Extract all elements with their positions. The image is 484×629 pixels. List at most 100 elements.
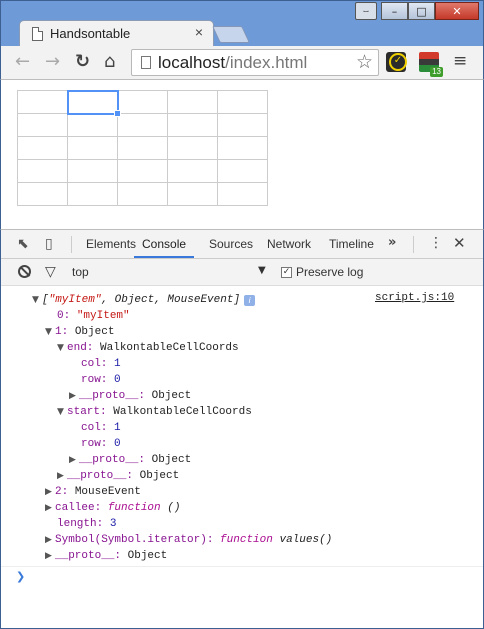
- preserve-log-label: Preserve log: [296, 265, 364, 279]
- tree-row[interactable]: ▼ start: WalkontableCellCoords: [57, 404, 252, 420]
- chrome-menu-icon[interactable]: ≡: [453, 51, 467, 71]
- context-selector[interactable]: top: [72, 265, 89, 279]
- reload-icon[interactable]: ↻: [75, 51, 90, 73]
- collapse-arrow-icon[interactable]: ▶: [45, 484, 55, 500]
- source-link[interactable]: script.js:10: [375, 292, 454, 304]
- expand-arrow-icon[interactable]: ▼: [32, 292, 42, 308]
- devtools-close-icon[interactable]: ✕: [453, 234, 466, 252]
- more-tabs-icon[interactable]: »: [388, 235, 396, 250]
- grid-cell[interactable]: [217, 113, 268, 137]
- grid-cell[interactable]: [17, 136, 68, 160]
- collapse-arrow-icon[interactable]: ▶: [45, 500, 55, 516]
- extension-check-icon[interactable]: [386, 52, 407, 72]
- array-close: ]: [233, 294, 241, 306]
- tab-timeline[interactable]: Timeline: [329, 230, 374, 258]
- grid-cell[interactable]: [117, 182, 168, 206]
- grid-cell[interactable]: [117, 113, 168, 137]
- expand-arrow-icon[interactable]: ▼: [45, 324, 55, 340]
- devtools-menu-icon[interactable]: ⋮: [429, 235, 443, 251]
- tree-row[interactable]: ▶ __proto__: Object: [69, 452, 191, 468]
- tree-row[interactable]: ▶ __proto__: Object: [45, 548, 167, 564]
- clear-console-icon[interactable]: [18, 265, 31, 278]
- grid-cell[interactable]: [217, 182, 268, 206]
- tree-row: col: 1: [81, 358, 121, 370]
- grid-cell[interactable]: [217, 136, 268, 160]
- tree-row[interactable]: ▶ __proto__: Object: [69, 388, 191, 404]
- expand-arrow-icon[interactable]: ▼: [57, 340, 67, 356]
- grid-cell[interactable]: [17, 90, 68, 114]
- console-prompt-icon[interactable]: ❯: [16, 570, 25, 583]
- tree-row[interactable]: ▶ __proto__: Object: [57, 468, 179, 484]
- collapse-arrow-icon[interactable]: ▶: [45, 532, 55, 548]
- close-window-button[interactable]: ✕: [435, 2, 479, 20]
- array-rest: , Object, MouseEvent: [101, 294, 234, 306]
- page-info-icon[interactable]: [141, 56, 151, 69]
- device-mode-icon[interactable]: ▯: [45, 236, 53, 252]
- tree-row[interactable]: ▶ callee: function (): [45, 500, 180, 516]
- inspect-element-icon[interactable]: ⬉: [17, 236, 29, 252]
- browser-toolbar: ← → ↻ ⌂ localhost/index.html ☆ 13 ≡: [0, 46, 484, 80]
- minimize-button[interactable]: –: [381, 2, 408, 20]
- console-toolbar: ▽ top ▼ ✓ Preserve log: [1, 259, 483, 286]
- extension-mail-icon[interactable]: 13: [419, 52, 443, 77]
- tab-console[interactable]: Console: [134, 230, 195, 258]
- grid-cell[interactable]: [217, 159, 268, 183]
- tree-row[interactable]: ▶ 2: MouseEvent: [45, 484, 141, 500]
- grid-cell[interactable]: [67, 159, 118, 183]
- grid-cell[interactable]: [17, 159, 68, 183]
- tab-close-icon[interactable]: ×: [195, 24, 203, 40]
- forward-arrow-icon[interactable]: →: [45, 51, 60, 73]
- tree-row[interactable]: ▶ Symbol(Symbol.iterator): function value…: [45, 532, 332, 548]
- preserve-log-checkbox[interactable]: ✓: [281, 266, 292, 278]
- grid-row: [17, 113, 268, 137]
- new-tab-button[interactable]: [212, 26, 250, 43]
- tab-network[interactable]: Network: [267, 230, 311, 258]
- tree-row[interactable]: ▼ 1: Object: [45, 324, 114, 340]
- context-dropdown-icon[interactable]: ▼: [258, 265, 266, 276]
- grid-cell[interactable]: [117, 159, 168, 183]
- grid-cell[interactable]: [167, 182, 218, 206]
- collapse-arrow-icon[interactable]: ▶: [45, 548, 55, 564]
- array-open: [: [42, 294, 49, 306]
- grid-row: [17, 182, 268, 206]
- url-path: /index.html: [225, 53, 308, 72]
- address-bar[interactable]: localhost/index.html ☆: [131, 49, 379, 76]
- collapse-arrow-icon[interactable]: ▶: [57, 468, 67, 484]
- divider: [413, 236, 414, 253]
- browser-tab[interactable]: Handsontable ×: [19, 20, 214, 47]
- bookmark-star-icon[interactable]: ☆: [356, 51, 373, 73]
- filter-icon[interactable]: ▽: [45, 264, 56, 280]
- tree-row[interactable]: ▼ end: WalkontableCellCoords: [57, 340, 239, 356]
- grid-cell[interactable]: [117, 136, 168, 160]
- grid-cell[interactable]: [17, 182, 68, 206]
- maximize-button[interactable]: □: [408, 2, 435, 20]
- window-controls: ⧿ – □ ✕: [355, 2, 479, 20]
- grid-cell[interactable]: [217, 90, 268, 114]
- collapse-arrow-icon[interactable]: ▶: [69, 388, 79, 404]
- divider: [1, 566, 483, 567]
- handsontable-grid[interactable]: [17, 89, 268, 206]
- profile-icon[interactable]: ⧿: [355, 2, 377, 20]
- grid-cell[interactable]: [117, 90, 168, 114]
- back-arrow-icon[interactable]: ←: [15, 51, 30, 73]
- devtools-tabbar: ⬉ ▯ Elements Console Sources Network Tim…: [1, 230, 483, 259]
- grid-cell[interactable]: [167, 136, 218, 160]
- grid-cell[interactable]: [167, 90, 218, 114]
- collapse-arrow-icon[interactable]: ▶: [69, 452, 79, 468]
- grid-cell[interactable]: [17, 113, 68, 137]
- grid-cell-selected[interactable]: [66, 89, 122, 118]
- url-host: localhost: [158, 53, 226, 72]
- info-icon[interactable]: i: [244, 295, 256, 306]
- url-text[interactable]: localhost/index.html: [158, 53, 307, 73]
- grid-cell[interactable]: [67, 113, 118, 137]
- grid-cell[interactable]: [167, 113, 218, 137]
- grid-cell[interactable]: [167, 159, 218, 183]
- grid-cell[interactable]: [67, 182, 118, 206]
- home-icon[interactable]: ⌂: [104, 51, 115, 73]
- expand-arrow-icon[interactable]: ▼: [57, 404, 67, 420]
- preserve-log-option[interactable]: ✓ Preserve log: [281, 265, 363, 279]
- grid-cell[interactable]: [67, 136, 118, 160]
- tab-sources[interactable]: Sources: [209, 230, 253, 258]
- log-array-summary[interactable]: ▼ ["myItem", Object, MouseEvent] i: [32, 292, 256, 308]
- tab-elements[interactable]: Elements: [86, 230, 136, 258]
